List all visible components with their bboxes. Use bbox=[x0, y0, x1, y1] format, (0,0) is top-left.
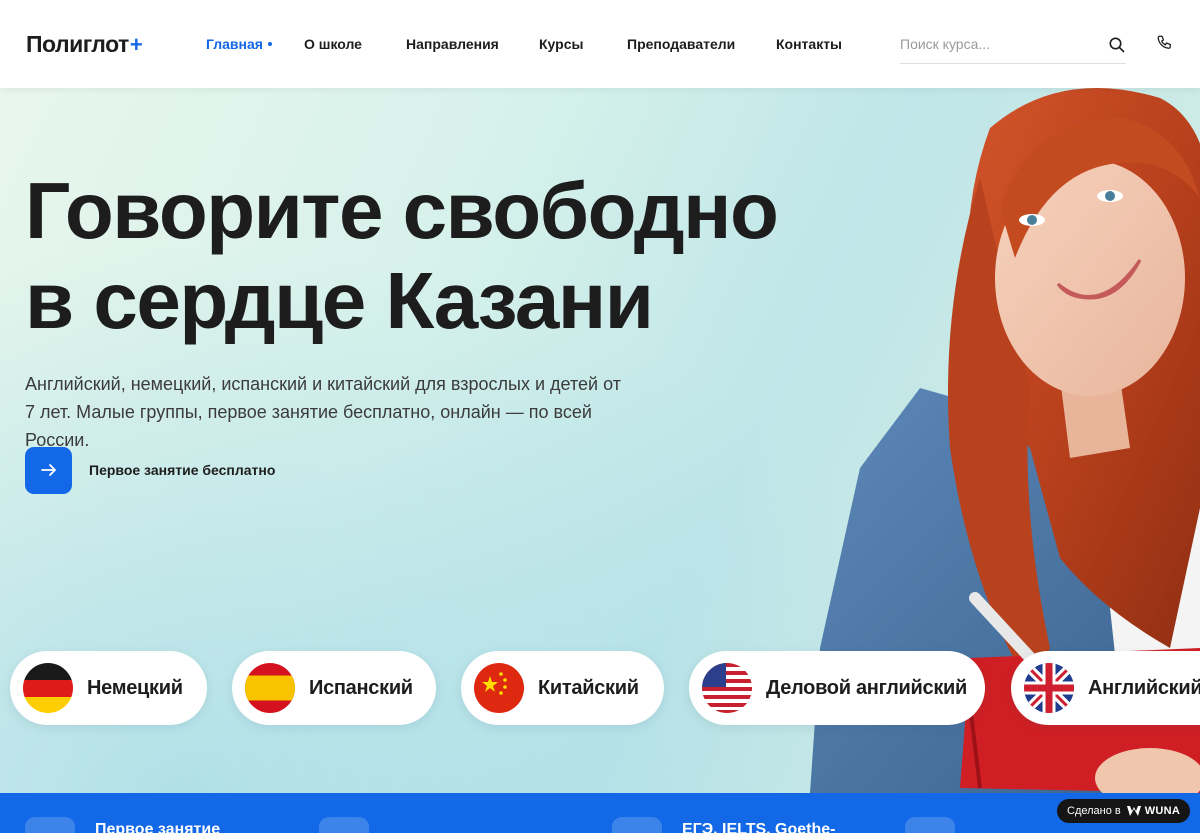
language-label: Испанский bbox=[309, 676, 413, 699]
germany-flag-icon bbox=[23, 663, 73, 713]
phone-icon[interactable] bbox=[1156, 34, 1174, 52]
hero-section: Говорите свободно в сердце Казани Англий… bbox=[0, 88, 1200, 793]
feature-icon bbox=[25, 817, 75, 833]
language-pill-chinese[interactable]: Китайский bbox=[461, 651, 664, 725]
badge-brand: WUNA bbox=[1144, 805, 1181, 817]
cta-label: Первое занятие бесплатно bbox=[89, 462, 276, 478]
nav-item-courses[interactable]: Курсы bbox=[539, 36, 583, 52]
nav-item-contacts[interactable]: Контакты bbox=[776, 36, 842, 52]
language-label: Деловой английский bbox=[766, 676, 968, 699]
cta-arrow-button[interactable] bbox=[25, 446, 72, 494]
wuna-logo-icon bbox=[1126, 806, 1141, 816]
language-pill-business-english[interactable]: Деловой английский bbox=[689, 651, 985, 725]
logo-text: Полиглот bbox=[26, 31, 129, 57]
search-input[interactable] bbox=[900, 28, 1100, 60]
language-label: Китайский bbox=[538, 676, 639, 699]
badge-prefix: Сделано в bbox=[1067, 805, 1121, 817]
hero-title-line-2: в сердце Казани bbox=[25, 256, 654, 345]
free-lesson-cta[interactable]: Первое занятие бесплатно bbox=[25, 446, 275, 494]
features-bar: Первое занятие ЕГЭ, IELTS, Goethe- bbox=[0, 793, 1200, 833]
uk-flag-icon bbox=[1024, 663, 1074, 713]
logo[interactable]: Полиглот+ bbox=[26, 31, 143, 58]
hero-description: Английский, немецкий, испанский и китайс… bbox=[25, 374, 621, 450]
language-pill-german[interactable]: Немецкий bbox=[10, 651, 207, 725]
feature-exams: ЕГЭ, IELTS, Goethe- bbox=[682, 821, 836, 833]
nav-item-teachers[interactable]: Преподаватели bbox=[627, 36, 735, 52]
made-by-badge[interactable]: Сделано в WUNA bbox=[1057, 799, 1190, 823]
feature-icon bbox=[319, 817, 369, 833]
language-pill-english[interactable]: Английский bbox=[1011, 651, 1200, 725]
hero-title: Говорите свободно в сердце Казани bbox=[25, 166, 825, 346]
nav-item-home[interactable]: Главная bbox=[206, 36, 272, 52]
logo-plus: + bbox=[129, 32, 143, 57]
usa-flag-icon bbox=[702, 663, 752, 713]
language-label: Немецкий bbox=[87, 676, 183, 699]
search-box bbox=[900, 28, 1126, 64]
china-flag-icon bbox=[474, 663, 524, 713]
nav-item-about[interactable]: О школе bbox=[304, 36, 362, 52]
spain-flag-icon bbox=[245, 663, 295, 713]
feature-icon bbox=[905, 817, 955, 833]
site-header: Полиглот+ Главная О школе Направления Ку… bbox=[0, 0, 1200, 88]
nav-item-label: Главная bbox=[206, 36, 263, 52]
feature-icon bbox=[612, 817, 662, 833]
arrow-right-icon bbox=[40, 464, 56, 476]
language-label: Английский bbox=[1088, 676, 1200, 699]
nav-item-directions[interactable]: Направления bbox=[406, 36, 499, 52]
feature-first-lesson: Первое занятие bbox=[95, 821, 221, 833]
language-pill-spanish[interactable]: Испанский bbox=[232, 651, 436, 725]
search-icon[interactable] bbox=[1108, 36, 1126, 54]
active-dot bbox=[267, 42, 272, 47]
hero-title-line-1: Говорите свободно bbox=[25, 166, 779, 255]
